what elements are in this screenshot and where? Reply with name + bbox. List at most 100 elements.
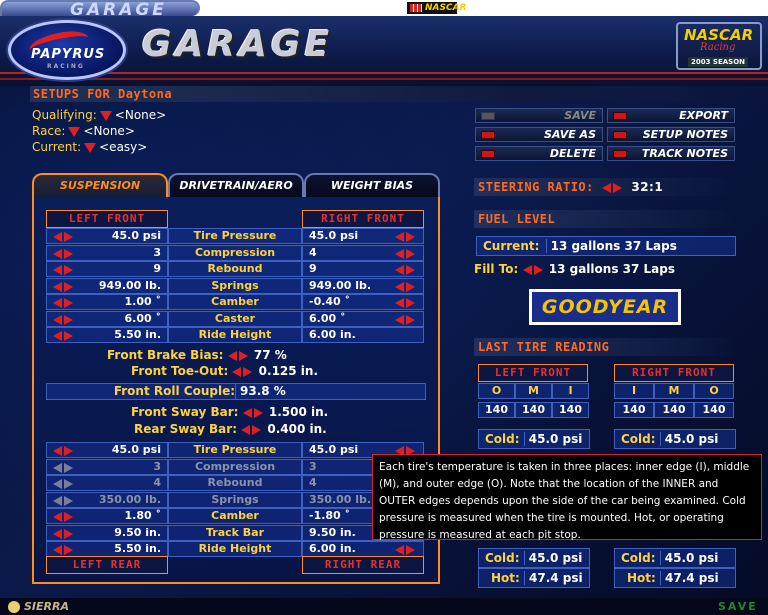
rr-hot-label: Hot: bbox=[627, 571, 656, 585]
dropdown-triangle-icon[interactable] bbox=[99, 110, 112, 121]
front-toe-out: Front Toe-Out: 0.125 in. bbox=[131, 364, 318, 378]
left_front-col-1-head: M bbox=[515, 383, 552, 399]
right_front-col-1-temp: 140 bbox=[654, 402, 694, 418]
right_front-col-2-head: O bbox=[694, 383, 734, 399]
adjust-arrows-icon[interactable] bbox=[53, 545, 75, 555]
track-notes-led-icon bbox=[613, 150, 627, 158]
adjust-arrows-icon[interactable] bbox=[395, 265, 417, 275]
rr-cold-label: Cold: bbox=[621, 551, 656, 565]
front-1-label: Compression bbox=[168, 244, 302, 261]
front-3-left-value: 949.00 lb. bbox=[46, 277, 168, 294]
adjust-arrows-icon[interactable] bbox=[395, 281, 417, 292]
tab-drivetrain-aero[interactable]: DRIVETRAIN/AERO bbox=[168, 173, 304, 197]
front-4-right-text: -0.40 ˚ bbox=[309, 295, 351, 308]
right_front-col-0-head: I bbox=[614, 383, 654, 399]
tab-suspension[interactable]: SUSPENSION bbox=[32, 173, 168, 199]
front-brake-bias-arrows-icon[interactable] bbox=[227, 350, 250, 361]
last-tire-reading-bar: LAST TIRE READING bbox=[474, 338, 736, 356]
adjust-arrows-icon[interactable] bbox=[53, 512, 75, 522]
adjust-arrows-icon[interactable] bbox=[53, 479, 75, 489]
adjust-arrows-icon[interactable] bbox=[395, 298, 417, 308]
race-setup[interactable]: Race: <None> bbox=[32, 124, 135, 138]
front-2-right-value: 9 bbox=[302, 261, 424, 277]
race-label: Race: bbox=[32, 124, 66, 138]
adjust-arrows-icon[interactable] bbox=[53, 495, 75, 506]
adjust-arrows-icon[interactable] bbox=[53, 462, 75, 473]
front-6-left-value: 5.50 in. bbox=[46, 327, 168, 343]
front-3-label: Springs bbox=[168, 277, 302, 294]
fuel-current-row: Current: 13 gallons 37 Laps bbox=[476, 236, 736, 256]
adjust-arrows-icon[interactable] bbox=[53, 298, 75, 308]
rear-4-left-value: 1.80 ˚ bbox=[46, 508, 168, 524]
sierra-logo-text: SIERRA bbox=[24, 600, 69, 613]
front-6-label: Ride Height bbox=[168, 327, 302, 343]
steering-ratio-value: 32:1 bbox=[631, 180, 664, 194]
rr-cold-row: Cold: 45.0 psi bbox=[614, 548, 736, 568]
delete-label: DELETE bbox=[549, 147, 596, 160]
fuel-current-label: Current: bbox=[483, 239, 540, 253]
adjust-arrows-icon[interactable] bbox=[53, 281, 75, 292]
front-toe-out-arrows-icon[interactable] bbox=[232, 366, 254, 377]
front-1-left-value: 3 bbox=[46, 244, 168, 261]
rear-1-left-text: 3 bbox=[153, 459, 161, 473]
front-sway-bar-arrows-icon[interactable] bbox=[242, 407, 265, 418]
fuel-current-value: 13 gallons 37 Laps bbox=[545, 239, 677, 253]
front-roll-couple-label: Front Roll Couple: bbox=[113, 384, 235, 398]
front-0-label: Tire Pressure bbox=[168, 228, 302, 244]
front-5-left-value: 6.00 ˚ bbox=[46, 310, 168, 327]
adjust-arrows-icon[interactable] bbox=[53, 232, 75, 242]
track-notes-button[interactable]: TRACK NOTES bbox=[607, 146, 735, 161]
rear-4-left-text: 1.80 ˚ bbox=[124, 509, 161, 522]
save-as-button[interactable]: SAVE AS bbox=[475, 127, 603, 142]
rear-4-right-text: -1.80 ˚ bbox=[309, 509, 351, 522]
adjust-arrows-icon[interactable] bbox=[53, 446, 75, 456]
setups-title: SETUPS FOR Daytona bbox=[33, 87, 173, 101]
rear-2-right-text: 4 bbox=[309, 476, 317, 489]
tab-weight-bias[interactable]: WEIGHT BIAS bbox=[304, 173, 440, 197]
adjust-arrows-icon[interactable] bbox=[53, 265, 75, 275]
tire-reading-tooltip: Each tire's temperature is taken in thre… bbox=[372, 454, 762, 541]
adjust-arrows-icon[interactable] bbox=[53, 528, 75, 539]
adjust-arrows-icon[interactable] bbox=[395, 248, 417, 259]
rear-0-label: Tire Pressure bbox=[168, 442, 302, 458]
adjust-arrows-icon[interactable] bbox=[395, 232, 417, 242]
track-notes-label: TRACK NOTES bbox=[641, 147, 728, 160]
export-button[interactable]: EXPORT bbox=[607, 108, 735, 123]
adjust-arrows-icon[interactable] bbox=[53, 248, 75, 259]
front-roll-couple-row: Front Roll Couple: 93.8 % bbox=[46, 383, 426, 400]
nascar-racing-logo: NASCAR Racing 2003 SEASON bbox=[676, 22, 762, 70]
export-led-icon bbox=[613, 112, 627, 120]
rear-sway-bar-arrows-icon[interactable] bbox=[241, 424, 263, 435]
rf-cold-row: Cold: 45.0 psi bbox=[614, 429, 736, 449]
front-4-left-text: 1.00 ˚ bbox=[124, 295, 161, 308]
front-brake-bias-label: Front Brake Bias: bbox=[107, 348, 224, 362]
qualifying-label: Qualifying: bbox=[32, 108, 97, 122]
rf-cold-value: 45.0 psi bbox=[659, 432, 719, 446]
rear-3-label: Springs bbox=[168, 491, 302, 508]
delete-button[interactable]: DELETE bbox=[475, 146, 603, 161]
setup-notes-button[interactable]: SETUP NOTES bbox=[607, 127, 735, 142]
rear-6-label: Ride Height bbox=[168, 541, 302, 557]
right_front-col-2-temp: 140 bbox=[694, 402, 734, 418]
left-rear-header: LEFT REAR bbox=[46, 556, 168, 574]
adjust-arrows-icon[interactable] bbox=[53, 314, 75, 325]
fuel-level-bar: FUEL LEVEL bbox=[474, 210, 736, 228]
dropdown-triangle-icon[interactable] bbox=[68, 126, 81, 137]
adjust-arrows-icon[interactable] bbox=[395, 314, 417, 325]
fuel-fill-label: Fill To: bbox=[474, 262, 519, 276]
current-setup[interactable]: Current: <easy> bbox=[32, 140, 147, 154]
front-5-right-text: 6.00 ˚ bbox=[309, 311, 346, 325]
front-sway-bar-label: Front Sway Bar: bbox=[131, 405, 239, 419]
adjust-arrows-icon[interactable] bbox=[395, 545, 417, 555]
front-3-right-text: 949.00 lb. bbox=[309, 278, 372, 292]
qualifying-setup[interactable]: Qualifying: <None> bbox=[32, 108, 166, 122]
dropdown-triangle-icon[interactable] bbox=[84, 142, 97, 153]
qualifying-value: <None> bbox=[114, 108, 167, 122]
steering-ratio-arrows-icon[interactable] bbox=[601, 182, 624, 193]
fuel-fill-arrows-icon[interactable] bbox=[522, 264, 545, 275]
rear-6-left-value: 5.50 in. bbox=[46, 541, 168, 557]
front-2-right-text: 9 bbox=[309, 262, 317, 275]
save-button[interactable]: SAVE bbox=[475, 108, 603, 123]
adjust-arrows-icon[interactable] bbox=[53, 331, 75, 341]
front-sway-bar: Front Sway Bar: 1.500 in. bbox=[131, 405, 328, 419]
